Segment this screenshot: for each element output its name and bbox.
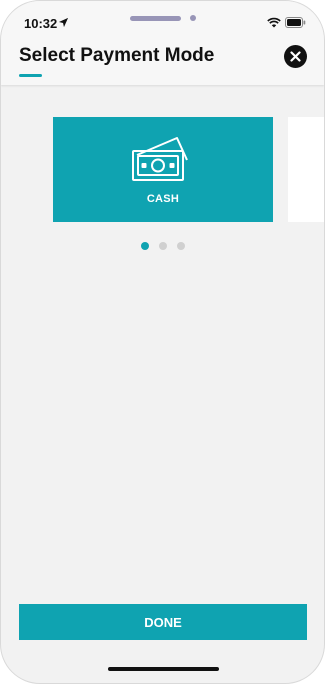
pagination-dot-3[interactable] xyxy=(177,242,185,250)
pagination-dot-1[interactable] xyxy=(141,242,149,250)
notch-speaker xyxy=(130,16,181,21)
status-time: 10:32 xyxy=(24,16,58,31)
close-icon xyxy=(290,51,301,62)
wifi-icon xyxy=(267,17,281,28)
done-button[interactable]: DONE xyxy=(19,604,307,640)
phone-frame: 10:32 Select Payment Mode CASH DONE xyxy=(0,0,325,684)
home-indicator xyxy=(108,667,219,671)
cash-icon xyxy=(132,137,188,181)
payment-card-next[interactable] xyxy=(288,117,324,222)
notch-camera xyxy=(190,15,196,21)
location-arrow-icon xyxy=(58,17,69,28)
page-title: Select Payment Mode xyxy=(19,45,215,66)
payment-card-label: CASH xyxy=(146,193,180,205)
status-bar: 10:32 xyxy=(1,1,324,31)
pagination-dot-2[interactable] xyxy=(159,242,167,250)
payment-card-cash[interactable]: CASH xyxy=(53,117,273,222)
battery-icon xyxy=(285,17,306,28)
close-button[interactable] xyxy=(284,45,307,68)
pagination-dots xyxy=(141,242,185,250)
title-underline xyxy=(19,74,42,77)
payment-mode-carousel[interactable]: CASH xyxy=(1,85,324,265)
header: 10:32 Select Payment Mode xyxy=(1,1,324,85)
